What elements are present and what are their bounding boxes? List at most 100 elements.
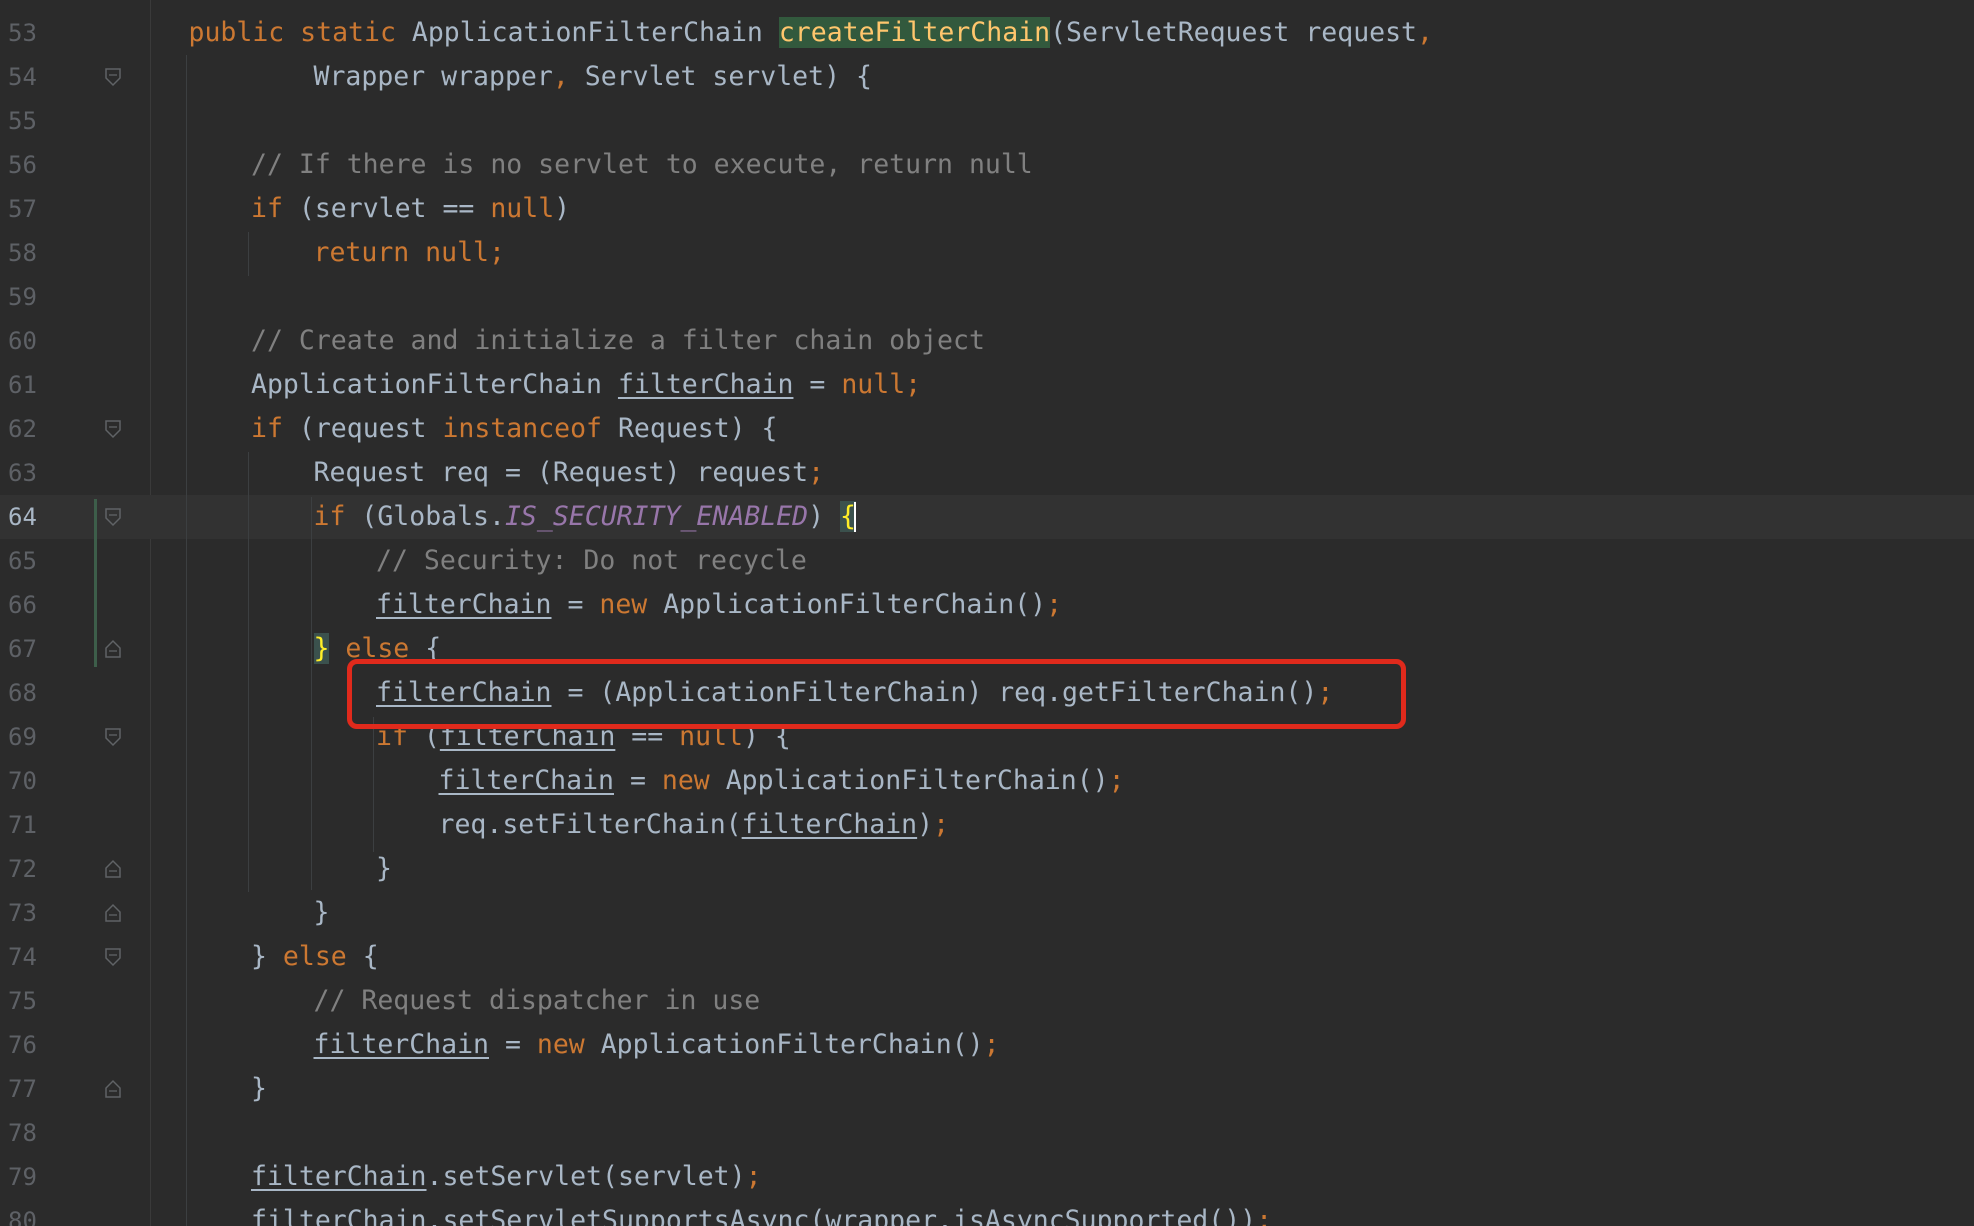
code-token: , — [552, 61, 585, 92]
line-number[interactable]: 75 — [8, 979, 52, 1023]
code-text[interactable]: // Create and initialize a filter chain … — [251, 319, 985, 363]
line-number[interactable]: 77 — [8, 1067, 52, 1111]
code-line[interactable]: 76 filterChain = new ApplicationFilterCha… — [0, 1023, 1974, 1067]
code-line[interactable]: 66 filterChain = new ApplicationFilterCha… — [0, 583, 1974, 627]
code-token: ; — [1046, 589, 1063, 620]
code-token: // Security: Do not recycle — [376, 545, 807, 576]
code-line[interactable]: 73} — [0, 891, 1974, 935]
code-token: instanceof — [442, 413, 618, 444]
code-text[interactable]: Wrapper wrapper, Servlet servlet) { — [314, 55, 872, 99]
line-number[interactable]: 68 — [8, 671, 52, 715]
code-text[interactable]: return null; — [314, 231, 505, 275]
line-number[interactable]: 73 — [8, 891, 52, 935]
code-text[interactable]: filterChain.setServletSupportsAsync(wrap… — [251, 1199, 1272, 1226]
code-line[interactable]: 63 Request req = (Request) request; — [0, 451, 1974, 495]
line-number[interactable]: 57 — [8, 187, 52, 231]
line-number[interactable]: 76 — [8, 1023, 52, 1067]
line-number[interactable]: 71 — [8, 803, 52, 847]
code-line[interactable]: 64 if (Globals.IS_SECURITY_ENABLED) { — [0, 495, 1974, 539]
fold-collapse-icon[interactable] — [104, 727, 122, 747]
code-line[interactable]: 54 Wrapper wrapper, Servlet servlet) { — [0, 55, 1974, 99]
line-number[interactable]: 53 — [8, 11, 52, 55]
code-line[interactable]: 59 — [0, 275, 1974, 319]
code-text[interactable]: if (servlet == null) — [251, 187, 570, 231]
code-token: ) — [808, 501, 841, 532]
code-text[interactable]: filterChain = new ApplicationFilterChain… — [376, 583, 1062, 627]
line-number[interactable]: 78 — [8, 1111, 52, 1155]
code-line[interactable]: 55 — [0, 99, 1974, 143]
line-number[interactable]: 65 — [8, 539, 52, 583]
code-token: (request — [298, 413, 443, 444]
code-text[interactable]: // Request dispatcher in use — [314, 979, 761, 1023]
fold-collapse-icon[interactable] — [104, 947, 122, 967]
fold-end-icon[interactable] — [104, 1079, 122, 1099]
line-number[interactable]: 56 — [8, 143, 52, 187]
line-number[interactable]: 79 — [8, 1155, 52, 1199]
line-number[interactable]: 72 — [8, 847, 52, 891]
code-token: Servlet servlet) { — [584, 61, 872, 92]
code-line[interactable]: 71 req.setFilterChain(filterChain); — [0, 803, 1974, 847]
line-number[interactable]: 55 — [8, 99, 52, 143]
code-text[interactable]: filterChain = new ApplicationFilterChain… — [439, 759, 1125, 803]
code-text[interactable]: if (Globals.IS_SECURITY_ENABLED) { — [314, 495, 856, 539]
vcs-change-marker[interactable] — [94, 499, 97, 667]
code-line[interactable]: 56 // If there is no servlet to execute, … — [0, 143, 1974, 187]
line-number[interactable]: 60 — [8, 319, 52, 363]
line-number[interactable]: 54 — [8, 55, 52, 99]
code-text[interactable]: } else { — [251, 935, 379, 979]
code-editor[interactable]: 53 public static ApplicationFilterChain c… — [0, 0, 1974, 1226]
code-token: (servlet == — [298, 193, 491, 224]
code-line[interactable]: 60 // Create and initialize a filter chai… — [0, 319, 1974, 363]
code-line[interactable]: 77} — [0, 1067, 1974, 1111]
code-line[interactable]: 78 — [0, 1111, 1974, 1155]
code-text[interactable]: } — [251, 1067, 267, 1111]
code-line[interactable]: 57 if (servlet == null) — [0, 187, 1974, 231]
code-token: Wrapper wrapper — [313, 61, 553, 92]
code-text[interactable]: // Security: Do not recycle — [376, 539, 807, 583]
code-line[interactable]: 58 return null; — [0, 231, 1974, 275]
line-number[interactable]: 62 — [8, 407, 52, 451]
code-text[interactable]: filterChain = new ApplicationFilterChain… — [314, 1023, 1000, 1067]
code-token: filterChain — [376, 589, 552, 620]
code-token: .setServlet(servlet) — [426, 1161, 746, 1192]
code-text[interactable]: Request req = (Request) request; — [314, 451, 825, 495]
code-line[interactable]: 62 if (request instanceof Request) { — [0, 407, 1974, 451]
code-line[interactable]: 72} — [0, 847, 1974, 891]
fold-collapse-icon[interactable] — [104, 67, 122, 87]
line-number[interactable]: 63 — [8, 451, 52, 495]
code-line[interactable]: 79 filterChain.setServlet(servlet); — [0, 1155, 1974, 1199]
line-number[interactable]: 80 — [8, 1199, 52, 1226]
code-line[interactable]: 75 // Request dispatcher in use — [0, 979, 1974, 1023]
line-number[interactable]: 61 — [8, 363, 52, 407]
code-line[interactable]: 61 ApplicationFilterChain filterChain = n… — [0, 363, 1974, 407]
code-text[interactable]: filterChain.setServlet(servlet); — [251, 1155, 762, 1199]
code-text[interactable]: ApplicationFilterChain filterChain = nul… — [251, 363, 921, 407]
code-line[interactable]: 53 public static ApplicationFilterChain c… — [0, 11, 1974, 55]
code-token: ) — [554, 193, 571, 224]
line-number[interactable]: 64 — [8, 495, 52, 539]
line-number[interactable]: 67 — [8, 627, 52, 671]
code-text[interactable]: public static ApplicationFilterChain cre… — [189, 11, 1433, 55]
code-line[interactable]: 80 filterChain.setServletSupportsAsync(wr… — [0, 1199, 1974, 1226]
code-text[interactable]: // If there is no servlet to execute, re… — [251, 143, 1033, 187]
indent-guide — [373, 717, 374, 852]
code-text[interactable]: } — [314, 891, 330, 935]
line-number[interactable]: 59 — [8, 275, 52, 319]
code-line[interactable]: 70 filterChain = new ApplicationFilterCha… — [0, 759, 1974, 803]
code-text[interactable]: } — [376, 847, 392, 891]
code-token: ; — [745, 1161, 762, 1192]
line-number[interactable]: 74 — [8, 935, 52, 979]
code-text[interactable]: req.setFilterChain(filterChain); — [439, 803, 950, 847]
line-number[interactable]: 66 — [8, 583, 52, 627]
code-text[interactable]: if (request instanceof Request) { — [251, 407, 778, 451]
code-line[interactable]: 65 // Security: Do not recycle — [0, 539, 1974, 583]
line-number[interactable]: 58 — [8, 231, 52, 275]
fold-collapse-icon[interactable] — [104, 419, 122, 439]
fold-collapse-icon[interactable] — [104, 507, 122, 527]
line-number[interactable]: 69 — [8, 715, 52, 759]
line-number[interactable]: 70 — [8, 759, 52, 803]
code-line[interactable]: 74 } else { — [0, 935, 1974, 979]
fold-end-icon[interactable] — [104, 639, 122, 659]
fold-end-icon[interactable] — [104, 903, 122, 923]
fold-end-icon[interactable] — [104, 859, 122, 879]
